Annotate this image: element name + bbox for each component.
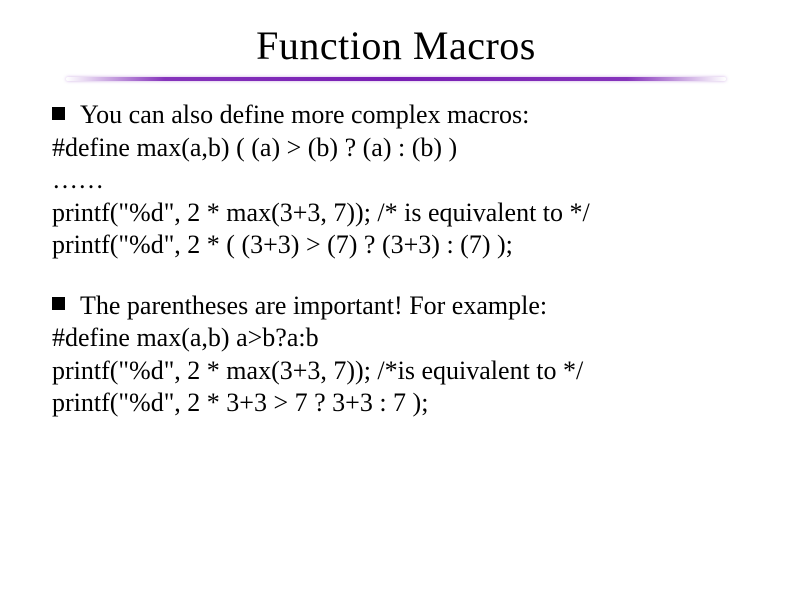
bullet-line-2: The parentheses are important! For examp… (52, 290, 740, 323)
slide-title: Function Macros (0, 0, 792, 77)
lead-text-1: You can also define more complex macros: (80, 100, 529, 129)
bullet-icon (52, 107, 65, 120)
title-underline (66, 77, 726, 81)
code-line: printf("%d", 2 * max(3+3, 7)); /*is equi… (52, 355, 740, 388)
content-block-1: You can also define more complex macros:… (52, 99, 740, 262)
bullet-line-1: You can also define more complex macros: (52, 99, 740, 132)
code-line: printf("%d", 2 * max(3+3, 7)); /* is equ… (52, 197, 740, 230)
content-block-2: The parentheses are important! For examp… (52, 290, 740, 420)
code-line: #define max(a,b) a>b?a:b (52, 322, 740, 355)
slide: Function Macros You can also define more… (0, 0, 792, 612)
code-line: printf("%d", 2 * ( (3+3) > (7) ? (3+3) :… (52, 229, 740, 262)
bullet-icon (52, 297, 65, 310)
code-line: …… (52, 164, 740, 197)
code-line: #define max(a,b) ( (a) > (b) ? (a) : (b)… (52, 132, 740, 165)
slide-body: You can also define more complex macros:… (0, 99, 792, 420)
code-line: printf("%d", 2 * 3+3 > 7 ? 3+3 : 7 ); (52, 387, 740, 420)
lead-text-2: The parentheses are important! For examp… (80, 291, 547, 320)
